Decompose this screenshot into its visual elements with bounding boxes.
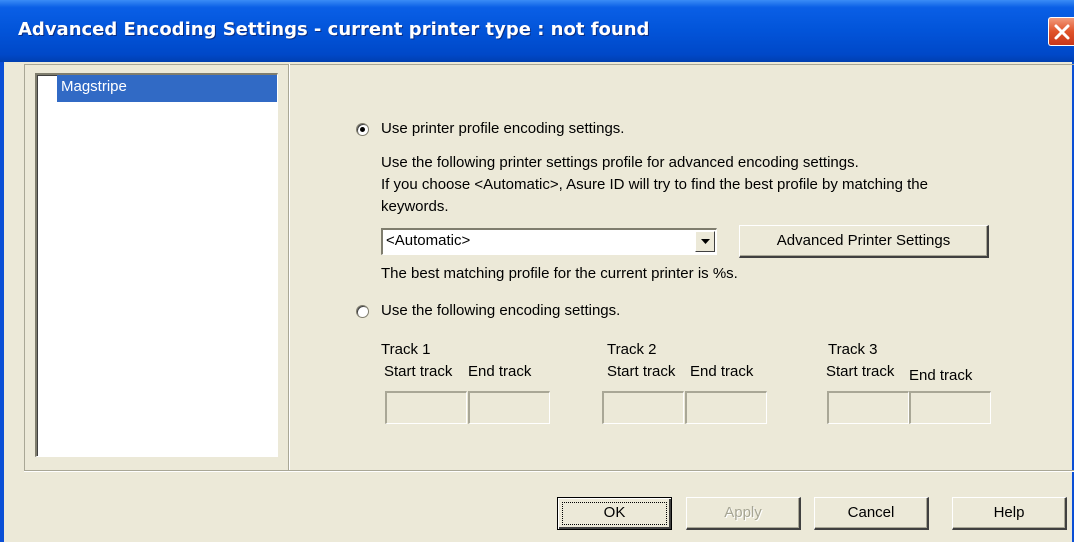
cancel-button[interactable]: Cancel bbox=[814, 497, 929, 530]
track-2-title: Track 2 bbox=[607, 341, 657, 358]
profile-settings-radio[interactable] bbox=[356, 123, 369, 136]
chevron-down-icon bbox=[701, 239, 710, 244]
track-3-start-field[interactable] bbox=[827, 391, 909, 424]
tree-item-magstripe[interactable]: Magstripe bbox=[57, 75, 277, 102]
track-1-title: Track 1 bbox=[381, 341, 431, 358]
footer-divider bbox=[24, 470, 1074, 472]
help-button-label: Help bbox=[993, 504, 1025, 521]
track-2-start-label: Start track bbox=[607, 363, 676, 380]
window-title: Advanced Encoding Settings - current pri… bbox=[18, 19, 650, 40]
profile-select-value: <Automatic> bbox=[386, 232, 471, 249]
help-button[interactable]: Help bbox=[952, 497, 1067, 530]
apply-button[interactable]: Apply bbox=[686, 497, 801, 530]
settings-tree[interactable]: Magstripe bbox=[35, 73, 278, 457]
custom-settings-label[interactable]: Use the following encoding settings. bbox=[381, 302, 620, 319]
track-2-start-field[interactable] bbox=[602, 391, 684, 424]
profile-select[interactable]: <Automatic> bbox=[381, 228, 717, 255]
track-3-end-field[interactable] bbox=[909, 391, 991, 424]
window-frame-left bbox=[0, 62, 4, 542]
cancel-button-label: Cancel bbox=[847, 504, 895, 521]
track-2-end-label: End track bbox=[690, 363, 754, 380]
profile-description-line3: keywords. bbox=[381, 198, 449, 215]
track-3-end-label: End track bbox=[909, 367, 973, 384]
focus-rectangle bbox=[562, 502, 667, 525]
title-bar[interactable]: Advanced Encoding Settings - current pri… bbox=[0, 0, 1074, 62]
track-1-end-label: End track bbox=[468, 363, 532, 380]
track-3-start-label: Start track bbox=[826, 363, 895, 380]
best-match-text: The best matching profile for the curren… bbox=[381, 265, 738, 282]
track-3-title: Track 3 bbox=[828, 341, 878, 358]
apply-button-label: Apply bbox=[724, 504, 762, 521]
track-1-start-field[interactable] bbox=[385, 391, 467, 424]
advanced-printer-settings-label: Advanced Printer Settings bbox=[776, 232, 951, 249]
profile-description-line1: Use the following printer settings profi… bbox=[381, 154, 859, 171]
track-2-end-field[interactable] bbox=[685, 391, 767, 424]
track-1-end-field[interactable] bbox=[468, 391, 550, 424]
profile-select-dropdown-button[interactable] bbox=[695, 231, 715, 252]
profile-settings-label[interactable]: Use printer profile encoding settings. bbox=[381, 120, 624, 137]
ok-button[interactable]: OK bbox=[557, 497, 672, 530]
custom-settings-radio[interactable] bbox=[356, 305, 369, 318]
profile-description-line2: If you choose <Automatic>, Asure ID will… bbox=[381, 176, 928, 193]
close-icon bbox=[1054, 24, 1070, 40]
track-1-start-label: Start track bbox=[384, 363, 453, 380]
close-button[interactable] bbox=[1048, 17, 1074, 46]
radio-selected-dot bbox=[360, 127, 365, 132]
vertical-divider bbox=[288, 64, 290, 472]
advanced-printer-settings-button[interactable]: Advanced Printer Settings bbox=[739, 225, 989, 258]
